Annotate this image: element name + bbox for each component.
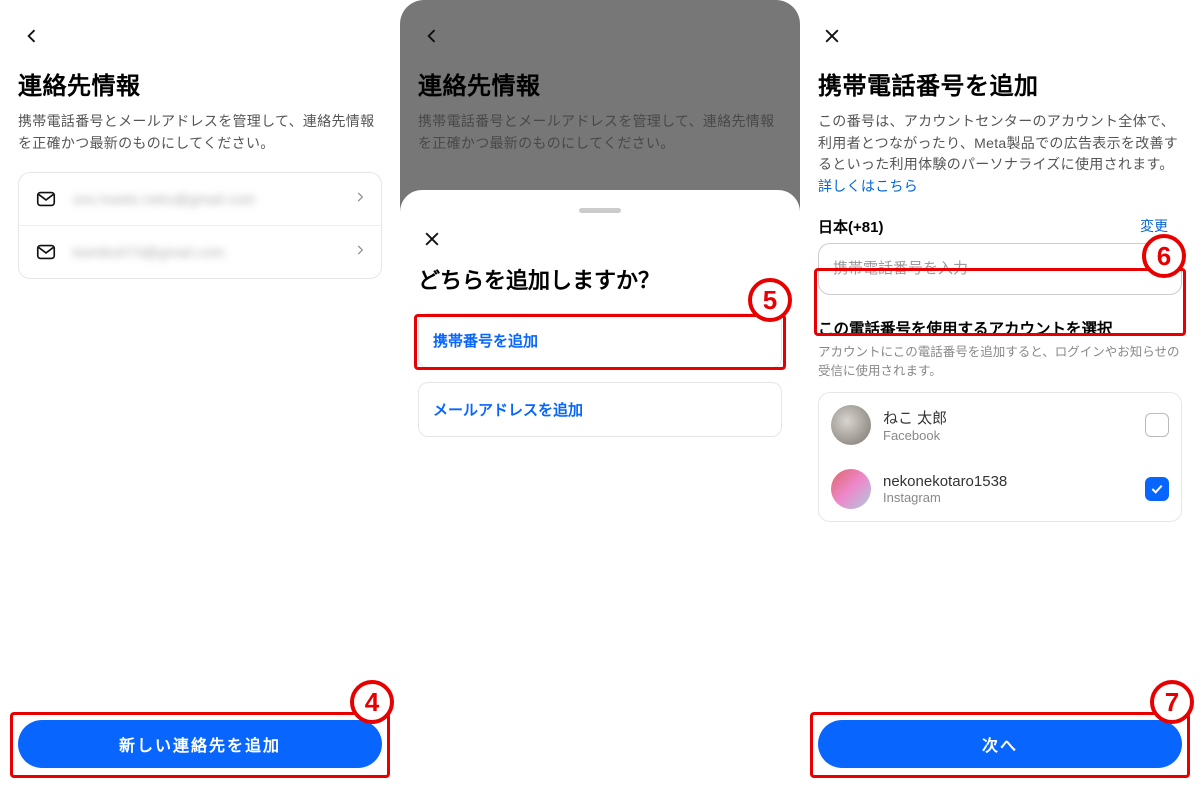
account-platform: Facebook	[883, 428, 1145, 443]
contact-email: sns.howto.neko@gmail.com	[73, 191, 353, 207]
phone-input-wrapper[interactable]	[818, 243, 1182, 295]
country-code-label: 日本(+81)	[818, 219, 883, 236]
page-title: 連絡先情報	[18, 66, 382, 101]
accounts-section-desc: アカウントにこの電話番号を追加すると、ログインやお知らせの受信に使用されます。	[818, 343, 1182, 381]
panel-add-phone: 携帯電話番号を追加 この番号は、アカウントセンターのアカウント全体で、利用者とつ…	[800, 0, 1200, 796]
account-row[interactable]: ねこ 太郎 Facebook	[819, 393, 1181, 457]
page-subtitle: 携帯電話番号とメールアドレスを管理して、連絡先情報を正確かつ最新のものにしてくだ…	[418, 111, 782, 154]
account-platform: Instagram	[883, 490, 1145, 505]
bottom-sheet: どちらを追加しますか？ 携帯番号を追加 メールアドレスを追加	[400, 190, 800, 796]
chevron-right-icon	[353, 243, 367, 262]
option-add-phone[interactable]: 携帯番号を追加	[418, 313, 782, 368]
sheet-title: どちらを追加しますか？	[418, 263, 782, 295]
account-checkbox[interactable]	[1145, 413, 1169, 437]
account-list: ねこ 太郎 Facebook nekonekotaro1538 Instagra…	[818, 392, 1182, 522]
contact-list: sns.howto.neko@gmail.com kamiko073@gmail…	[18, 172, 382, 279]
page-description: この番号は、アカウントセンターのアカウント全体で、利用者とつながったり、Meta…	[818, 111, 1182, 198]
close-icon[interactable]	[418, 225, 446, 253]
avatar	[831, 405, 871, 445]
phone-input[interactable]	[833, 260, 1167, 277]
callout-7: 7	[1150, 680, 1194, 724]
next-button[interactable]: 次へ	[818, 720, 1182, 768]
change-country-link[interactable]: 変更	[1140, 216, 1168, 236]
back-icon[interactable]	[18, 22, 46, 50]
option-add-email[interactable]: メールアドレスを追加	[418, 382, 782, 437]
sheet-grabber[interactable]	[579, 208, 621, 213]
account-name: ねこ 太郎	[883, 407, 1145, 428]
account-row[interactable]: nekonekotaro1538 Instagram	[819, 457, 1181, 521]
mail-icon	[33, 239, 59, 265]
contact-row[interactable]: kamiko073@gmail.com	[19, 226, 381, 278]
account-name: nekonekotaro1538	[883, 473, 1145, 490]
avatar	[831, 469, 871, 509]
accounts-section-title: この電話番号を使用するアカウントを選択	[818, 317, 1182, 339]
chevron-right-icon	[353, 190, 367, 209]
page-title: 携帯電話番号を追加	[818, 66, 1182, 101]
callout-4: 4	[350, 680, 394, 724]
contact-row[interactable]: sns.howto.neko@gmail.com	[19, 173, 381, 226]
page-subtitle: 携帯電話番号とメールアドレスを管理して、連絡先情報を正確かつ最新のものにしてくだ…	[18, 111, 382, 154]
close-icon[interactable]	[818, 22, 846, 50]
account-checkbox[interactable]	[1145, 477, 1169, 501]
learn-more-link[interactable]: 詳しくはこちら	[818, 178, 918, 194]
panel-contact-info: 連絡先情報 携帯電話番号とメールアドレスを管理して、連絡先情報を正確かつ最新のも…	[0, 0, 400, 796]
back-icon	[418, 22, 446, 50]
add-contact-button[interactable]: 新しい連絡先を追加	[18, 720, 382, 768]
mail-icon	[33, 186, 59, 212]
contact-email: kamiko073@gmail.com	[73, 244, 353, 260]
panel-add-chooser: 連絡先情報 携帯電話番号とメールアドレスを管理して、連絡先情報を正確かつ最新のも…	[400, 0, 800, 796]
page-title: 連絡先情報	[418, 66, 782, 101]
